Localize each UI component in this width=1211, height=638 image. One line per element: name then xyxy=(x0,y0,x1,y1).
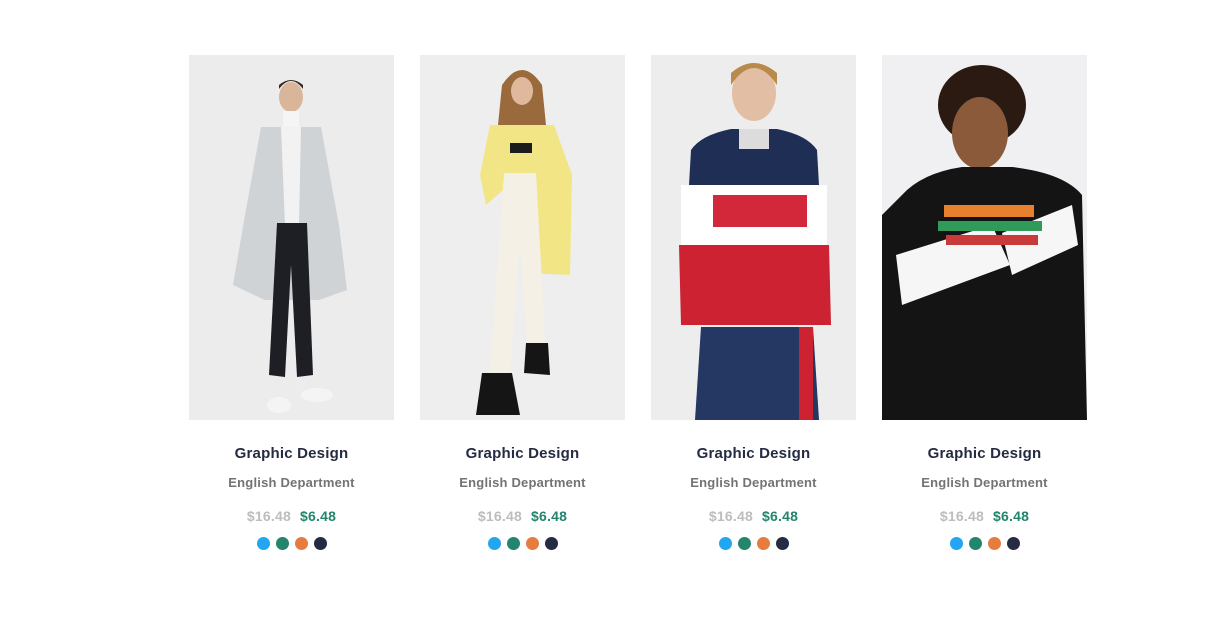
color-swatch-green[interactable] xyxy=(506,537,520,550)
new-price: $6.48 xyxy=(993,508,1030,524)
new-price: $6.48 xyxy=(300,508,337,524)
product-title[interactable]: Graphic Design xyxy=(466,445,580,462)
old-price: $16.48 xyxy=(246,508,291,524)
price-row: $16.48 $6.48 xyxy=(247,508,336,524)
old-price: $16.48 xyxy=(477,508,522,524)
price-row: $16.48 $6.48 xyxy=(940,508,1029,524)
product-image[interactable] xyxy=(651,55,856,420)
color-swatch-blue[interactable] xyxy=(718,537,732,550)
product-title[interactable]: Graphic Design xyxy=(928,445,1042,462)
model-black-tshirt-image xyxy=(882,55,1087,420)
model-striped-hoodie-image xyxy=(651,55,856,420)
price-row: $16.48 $6.48 xyxy=(478,508,567,524)
color-swatch-navy[interactable] xyxy=(1006,537,1020,550)
old-price: $16.48 xyxy=(708,508,753,524)
color-swatch-navy[interactable] xyxy=(775,537,789,550)
product-department: English Department xyxy=(921,475,1048,490)
product-department: English Department xyxy=(228,475,355,490)
price-row: $16.48 $6.48 xyxy=(709,508,798,524)
old-price: $16.48 xyxy=(939,508,984,524)
color-swatch-blue[interactable] xyxy=(949,537,963,550)
color-swatch-green[interactable] xyxy=(968,537,982,550)
product-department: English Department xyxy=(459,475,586,490)
product-title[interactable]: Graphic Design xyxy=(235,445,349,462)
color-swatch-blue[interactable] xyxy=(487,537,501,550)
product-card[interactable]: Graphic Design English Department $16.48… xyxy=(651,55,856,550)
product-card[interactable]: Graphic Design English Department $16.48… xyxy=(882,55,1087,550)
model-yellow-cardigan-image xyxy=(420,55,625,420)
color-swatch-orange[interactable] xyxy=(525,537,539,550)
color-swatches xyxy=(487,537,558,550)
new-price: $6.48 xyxy=(762,508,799,524)
product-grid: Graphic Design English Department $16.48… xyxy=(189,55,1087,550)
color-swatches xyxy=(256,537,327,550)
product-card[interactable]: Graphic Design English Department $16.48… xyxy=(420,55,625,550)
product-card[interactable]: Graphic Design English Department $16.48… xyxy=(189,55,394,550)
color-swatches xyxy=(949,537,1020,550)
color-swatch-green[interactable] xyxy=(275,537,289,550)
color-swatch-orange[interactable] xyxy=(756,537,770,550)
color-swatch-navy[interactable] xyxy=(313,537,327,550)
color-swatch-orange[interactable] xyxy=(294,537,308,550)
color-swatch-orange[interactable] xyxy=(987,537,1001,550)
product-image[interactable] xyxy=(189,55,394,420)
product-department: English Department xyxy=(690,475,817,490)
color-swatches xyxy=(718,537,789,550)
color-swatch-navy[interactable] xyxy=(544,537,558,550)
product-title[interactable]: Graphic Design xyxy=(697,445,811,462)
product-image[interactable] xyxy=(420,55,625,420)
product-image[interactable] xyxy=(882,55,1087,420)
color-swatch-blue[interactable] xyxy=(256,537,270,550)
model-grey-parka-image xyxy=(189,55,394,420)
color-swatch-green[interactable] xyxy=(737,537,751,550)
new-price: $6.48 xyxy=(531,508,568,524)
